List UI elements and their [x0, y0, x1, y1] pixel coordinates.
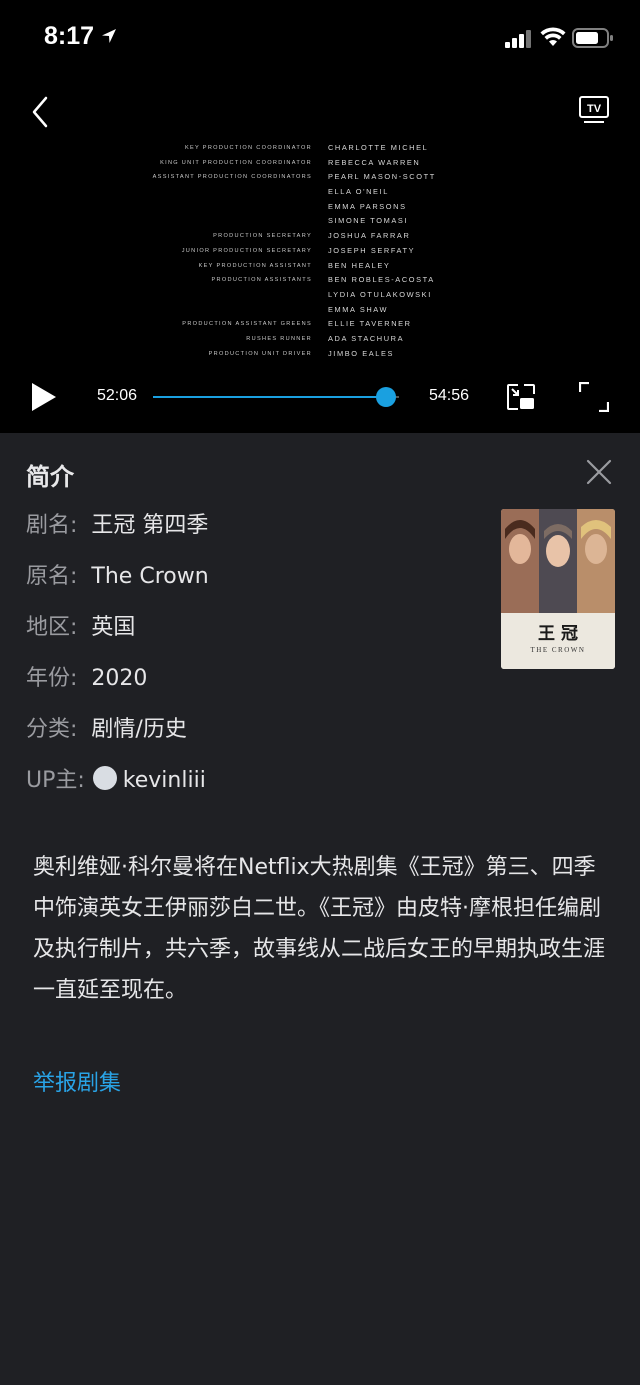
credit-name: REBECCA WARREN — [328, 157, 421, 167]
info-key: 分类: — [26, 717, 78, 742]
credit-name: EMMA PARSONS — [328, 201, 407, 211]
svg-text:TV: TV — [587, 103, 602, 115]
credit-row: ASSISTANT PRODUCTION COORDINATORS PEARL M… — [100, 172, 540, 187]
info-row-genre: 分类: 剧情/历史 — [26, 711, 187, 743]
credit-role: PRODUCTION ASSISTANTS — [211, 277, 312, 284]
info-row-title: 剧名: 王冠 第四季 — [26, 507, 208, 539]
credit-row: PRODUCTION UNIT DRIVER JIMBO EALES — [100, 349, 540, 364]
credit-name: SIMONE TOMASI — [328, 216, 409, 226]
status-time: 8:17 — [44, 22, 95, 50]
seek-bar[interactable] — [153, 387, 399, 407]
credit-role: PRODUCTION UNIT DRIVER — [208, 350, 312, 357]
credit-name: JIMBO EALES — [328, 348, 395, 358]
info-value: 英国 — [91, 615, 136, 640]
seek-progress — [153, 396, 386, 398]
info-key: 年份: — [26, 666, 78, 691]
info-row-uploader[interactable]: UP主: kevinliii — [26, 762, 206, 794]
credit-row: KEY PRODUCTION COORDINATOR CHARLOTTE MICH… — [100, 143, 540, 158]
info-row-original-title: 原名: The Crown — [26, 558, 209, 590]
info-value: 2020 — [91, 666, 148, 691]
credit-name: ELLIE TAVERNER — [328, 319, 412, 329]
credit-role: PRODUCTION SECRETARY — [213, 233, 312, 240]
credit-role: JUNIOR PRODUCTION SECRETARY — [181, 247, 312, 254]
tv-cast-icon[interactable]: TV — [578, 95, 610, 125]
fullscreen-icon[interactable] — [579, 382, 609, 412]
info-value: 剧情/历史 — [91, 717, 187, 742]
video-player[interactable]: 8:17 TV KEY PRODUCTION COORDINATOR CHARLO… — [0, 0, 640, 433]
credit-row: EMMA PARSONS — [100, 202, 540, 217]
credit-role: KEY PRODUCTION ASSISTANT — [198, 262, 312, 269]
location-arrow-icon — [102, 29, 116, 43]
credit-row: PRODUCTION SECRETARY JOSHUA FARRAR — [100, 231, 540, 246]
current-time: 52:06 — [97, 387, 138, 404]
poster-title-cn: 王 冠 — [538, 624, 578, 644]
credit-row: PRODUCTION ASSISTANTS BEN ROBLES-ACOSTA — [100, 275, 540, 290]
credit-row: PRODUCTION ASSISTANT GREENS ELLIE TAVERNE… — [100, 319, 540, 334]
description: 奥利维娅·科尔曼将在Netflix大热剧集《王冠》第三、四季中饰演英女王伊丽莎白… — [33, 855, 606, 1003]
credit-role: PRODUCTION ASSISTANT GREENS — [182, 321, 312, 328]
credit-name: EMMA SHAW — [328, 304, 389, 314]
info-value: The Crown — [91, 564, 209, 589]
cellular-signal-icon — [505, 30, 531, 48]
credit-name: ELLA O'NEIL — [328, 187, 389, 197]
battery-icon — [572, 28, 613, 48]
credit-row: LYDIA OTULAKOWSKI — [100, 290, 540, 305]
info-value: 王冠 第四季 — [91, 513, 209, 538]
wifi-icon — [540, 27, 566, 46]
uploader-name[interactable]: kevinliii — [123, 768, 206, 793]
info-row-year: 年份: 2020 — [26, 660, 147, 692]
credit-row: JUNIOR PRODUCTION SECRETARY JOSEPH SERFAT… — [100, 246, 540, 261]
info-key: UP主: — [26, 768, 85, 793]
credit-row: SIMONE TOMASI — [100, 216, 540, 231]
credit-role: ASSISTANT PRODUCTION COORDINATORS — [152, 174, 312, 181]
info-row-region: 地区: 英国 — [26, 609, 135, 641]
report-link[interactable]: 举报剧集 — [33, 1065, 121, 1097]
player-controls: 52:06 54:56 — [0, 370, 640, 425]
credit-row: KEY PRODUCTION ASSISTANT BEN HEALEY — [100, 261, 540, 276]
info-key: 地区: — [26, 615, 78, 640]
seek-knob[interactable] — [375, 387, 396, 407]
poster-title-en: THE CROWN — [531, 646, 586, 654]
total-time: 54:56 — [429, 387, 470, 404]
poster-image: 王 冠 THE CROWN — [501, 509, 615, 669]
panel-title: 简介 — [26, 463, 74, 491]
credit-name: CHARLOTTE MICHEL — [328, 143, 429, 152]
credit-role: RUSHES RUNNER — [246, 335, 312, 342]
close-icon[interactable] — [586, 459, 612, 485]
credit-row: EMMA SHAW — [100, 305, 540, 320]
play-icon[interactable] — [30, 382, 58, 412]
back-icon[interactable] — [28, 94, 56, 130]
credit-row: KING UNIT PRODUCTION COORDINATOR REBECCA … — [100, 158, 540, 173]
credit-role: KEY PRODUCTION COORDINATOR — [184, 145, 312, 151]
credit-name: BEN HEALEY — [328, 260, 391, 270]
picture-in-picture-icon[interactable] — [507, 384, 535, 410]
credit-name: JOSHUA FARRAR — [328, 231, 411, 241]
info-panel: 简介 剧名: 王冠 第四季 原名: The Crown 地区: 英国 年份: 2020 … — [0, 433, 640, 1385]
end-credits: KEY PRODUCTION COORDINATOR CHARLOTTE MICH… — [100, 143, 540, 363]
info-key: 原名: — [26, 564, 78, 589]
credit-name: PEARL MASON-SCOTT — [328, 172, 436, 182]
avatar — [92, 766, 117, 790]
credit-row: RUSHES RUNNER ADA STACHURA — [100, 334, 540, 349]
info-key: 剧名: — [26, 513, 78, 538]
credit-name: ADA STACHURA — [328, 333, 405, 343]
credit-name: JOSEPH SERFATY — [328, 245, 416, 255]
credit-name: LYDIA OTULAKOWSKI — [328, 289, 432, 299]
credit-name: BEN ROBLES-ACOSTA — [328, 275, 435, 285]
credit-row: ELLA O'NEIL — [100, 187, 540, 202]
status-bar: 8:17 — [0, 0, 640, 80]
credit-role: KING UNIT PRODUCTION COORDINATOR — [160, 159, 312, 166]
